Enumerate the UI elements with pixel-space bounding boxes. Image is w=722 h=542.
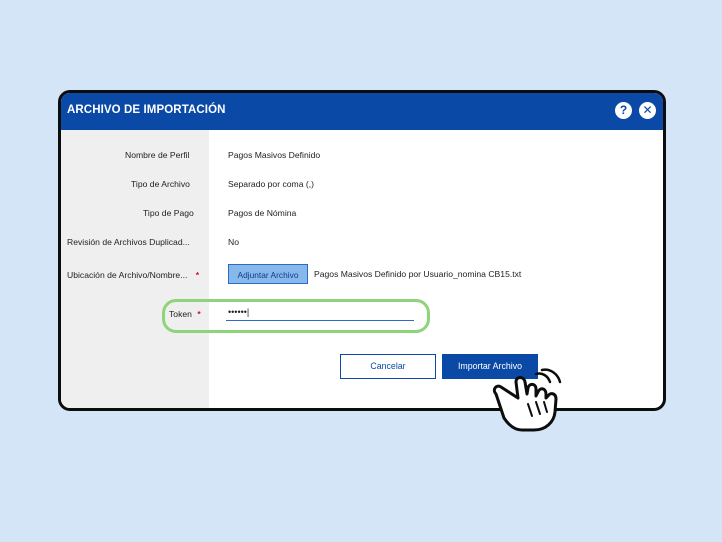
token-label: Token *	[169, 309, 201, 319]
profile-name-label: Nombre de Perfil	[125, 150, 190, 160]
duplicate-check-value: No	[228, 237, 239, 247]
profile-name-value: Pagos Masivos Definido	[228, 150, 321, 160]
duplicate-check-label: Revisión de Archivos Duplicad...	[67, 237, 190, 247]
import-file-dialog: ARCHIVO DE IMPORTACIÓN ? ✕ Nombre de Per…	[58, 90, 666, 411]
dialog-titlebar: ARCHIVO DE IMPORTACIÓN ? ✕	[61, 93, 663, 130]
token-input[interactable]	[226, 304, 414, 321]
file-type-label: Tipo de Archivo	[131, 179, 190, 189]
required-asterisk: *	[195, 270, 200, 280]
attach-file-button[interactable]: Adjuntar Archivo	[228, 264, 308, 284]
file-location-label: Ubicación de Archivo/Nombre... *	[67, 270, 199, 280]
hand-pointer-icon	[492, 368, 562, 432]
dialog-title: ARCHIVO DE IMPORTACIÓN	[67, 104, 226, 116]
payment-type-label: Tipo de Pago	[143, 208, 194, 218]
attached-file-name: Pagos Masivos Definido por Usuario_nomin…	[314, 269, 522, 279]
help-icon[interactable]: ?	[615, 102, 632, 119]
close-icon[interactable]: ✕	[639, 102, 656, 119]
file-location-label-text: Ubicación de Archivo/Nombre...	[67, 270, 188, 280]
labels-column	[61, 130, 209, 408]
payment-type-value: Pagos de Nómina	[228, 208, 297, 218]
cancel-button[interactable]: Cancelar	[340, 354, 436, 379]
required-asterisk: *	[197, 309, 201, 319]
file-type-value: Separado por coma (,)	[228, 179, 314, 189]
token-label-text: Token	[169, 309, 192, 319]
